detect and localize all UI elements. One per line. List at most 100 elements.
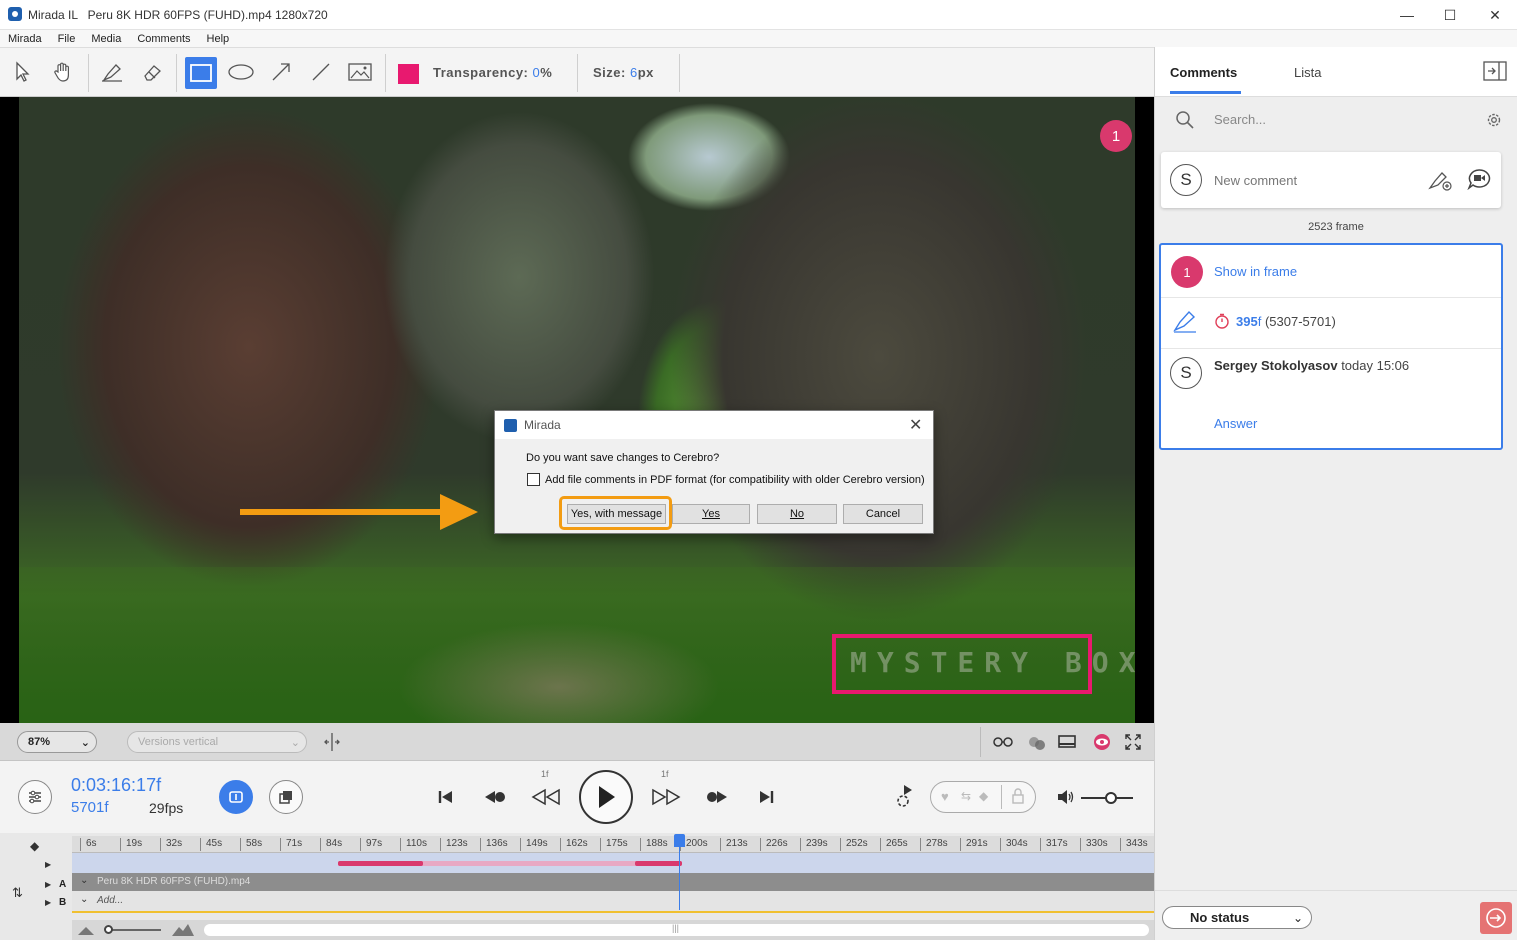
track-b-label: B	[59, 897, 67, 908]
screen-icon[interactable]	[1057, 734, 1077, 753]
pdf-checkbox-label[interactable]: Add file comments in PDF format (for com…	[545, 474, 925, 486]
zoom-slider[interactable]	[106, 929, 161, 931]
menu-media[interactable]: Media	[83, 33, 129, 45]
loop-button[interactable]	[219, 780, 253, 814]
arrow-icon[interactable]	[266, 57, 296, 87]
copy-frames-button[interactable]	[269, 780, 303, 814]
exit-button[interactable]	[1480, 902, 1512, 934]
status-select[interactable]: No status ⌄	[1162, 906, 1312, 929]
new-comment-box[interactable]: S New comment	[1161, 152, 1501, 208]
step-forward-icon[interactable]	[650, 787, 682, 810]
image-icon[interactable]	[345, 57, 375, 87]
scroll-grip-icon[interactable]: |||	[672, 923, 679, 933]
chevron-down-icon[interactable]: ⌄	[80, 894, 88, 905]
dialog-title: Mirada	[524, 418, 561, 432]
ellipse-icon[interactable]	[226, 57, 256, 87]
track-a[interactable]: ⌄ Peru 8K HDR 60FPS (FUHD).mp4	[72, 873, 1154, 891]
pdf-checkbox[interactable]	[527, 473, 540, 486]
ruler-tick	[840, 838, 841, 851]
diamond-icon[interactable]: ◆	[979, 789, 988, 803]
versions-select[interactable]: Versions vertical ⌄	[127, 731, 307, 753]
no-button[interactable]: No	[757, 504, 837, 524]
hand-icon[interactable]	[48, 57, 78, 87]
show-in-frame-link[interactable]: Show in frame	[1214, 264, 1297, 279]
app-logo-icon	[8, 7, 22, 21]
ruler-tick-label: 19s	[126, 838, 143, 849]
expand-arrow-icon[interactable]: ▶	[45, 898, 51, 907]
prev-keyframe-icon[interactable]	[483, 789, 507, 808]
cancel-button[interactable]: Cancel	[843, 504, 923, 524]
track-b[interactable]: ⌄ Add...	[72, 891, 1154, 913]
yes-button[interactable]: Yes	[672, 504, 750, 524]
keyframe-diamond-icon[interactable]: ◆	[30, 839, 39, 853]
timeline-ruler[interactable]: 6s 19s 32s 45s 58s 71s 84s 97s 110s 123s 136s 149s 1…	[72, 836, 1154, 853]
transparency-label: Transparency:	[433, 65, 529, 80]
draw-attach-icon[interactable]	[1427, 168, 1453, 195]
playhead-line	[679, 836, 680, 910]
expand-arrow-icon[interactable]: ▶	[45, 880, 51, 889]
status-value: No status	[1190, 910, 1250, 925]
minimize-button[interactable]: —	[1384, 0, 1430, 30]
ruler-tick	[640, 838, 641, 851]
zoom-select[interactable]: 87% ⌄	[17, 731, 97, 753]
settings-toggle-icon[interactable]	[18, 780, 52, 814]
brush-icon[interactable]	[97, 57, 127, 87]
eraser-icon[interactable]	[137, 57, 167, 87]
cursor-icon[interactable]	[8, 57, 38, 87]
separator	[1001, 785, 1002, 809]
glasses-icon[interactable]	[992, 733, 1014, 754]
transparency-control[interactable]: Transparency: 0%	[433, 65, 552, 80]
size-control[interactable]: Size: 6px	[593, 65, 654, 80]
swap-icon[interactable]: ⇆	[961, 789, 971, 803]
gear-icon[interactable]	[1485, 111, 1503, 132]
track-b-add[interactable]: Add...	[97, 895, 123, 906]
fullscreen-icon[interactable]	[1124, 733, 1142, 754]
layers-icon[interactable]	[1028, 735, 1046, 754]
expand-arrow-icon[interactable]: ▶	[45, 860, 51, 869]
skip-end-icon[interactable]	[757, 789, 775, 808]
playback-settings-icon[interactable]	[893, 783, 917, 812]
rating-group[interactable]: ♥ ⇆ ◆	[930, 781, 1036, 813]
step-back-icon[interactable]	[530, 787, 562, 810]
zoom-in-icon[interactable]	[172, 922, 194, 939]
line-icon[interactable]	[306, 57, 336, 87]
play-button[interactable]	[579, 770, 633, 824]
heart-icon[interactable]: ♥	[941, 789, 949, 804]
answer-link[interactable]: Answer	[1214, 416, 1257, 431]
size-value[interactable]: 6	[630, 65, 638, 80]
rectangle-icon[interactable]	[185, 57, 217, 89]
menu-mirada[interactable]: Mirada	[0, 33, 50, 45]
drawing-toolbar: Transparency: 0% Size: 6px	[0, 47, 1154, 97]
comment-card[interactable]: 1 Show in frame 395f (5307-5701) S Serge…	[1159, 243, 1503, 450]
playhead[interactable]	[674, 834, 685, 847]
comment-marker[interactable]: 1	[1100, 120, 1132, 152]
zoom-slider-handle[interactable]	[104, 925, 113, 934]
search-input[interactable]: Search...	[1214, 112, 1266, 127]
skip-start-icon[interactable]	[437, 789, 455, 808]
tab-lista[interactable]: Lista	[1294, 65, 1321, 80]
ruler-tick-label: 226s	[766, 838, 788, 849]
swap-tracks-icon[interactable]: ⇅	[12, 885, 23, 901]
menu-file[interactable]: File	[50, 33, 84, 45]
dialog-close-button[interactable]: ✕	[909, 415, 922, 435]
menu-help[interactable]: Help	[199, 33, 238, 45]
next-keyframe-icon[interactable]	[705, 789, 729, 808]
video-comment-icon[interactable]	[1467, 168, 1491, 193]
zoom-out-icon[interactable]	[78, 924, 94, 938]
menu-comments[interactable]: Comments	[129, 33, 198, 45]
chevron-down-icon[interactable]: ⌄	[80, 875, 88, 886]
search-row: Search...	[1155, 97, 1517, 143]
split-icon[interactable]	[322, 731, 342, 753]
lock-icon[interactable]	[1011, 788, 1025, 807]
color-swatch[interactable]	[398, 64, 419, 84]
close-window-button[interactable]: ✕	[1472, 0, 1517, 30]
tab-comments[interactable]: Comments	[1170, 65, 1237, 80]
app-name: Mirada IL	[28, 8, 78, 22]
new-comment-input[interactable]: New comment	[1214, 173, 1297, 188]
eye-icon[interactable]	[1092, 733, 1112, 754]
comment-range-track[interactable]	[72, 853, 1154, 873]
volume-icon[interactable]	[1056, 788, 1076, 809]
collapse-panel-icon[interactable]	[1483, 61, 1507, 84]
volume-slider-handle[interactable]	[1105, 792, 1117, 804]
maximize-button[interactable]: ☐	[1427, 0, 1473, 30]
